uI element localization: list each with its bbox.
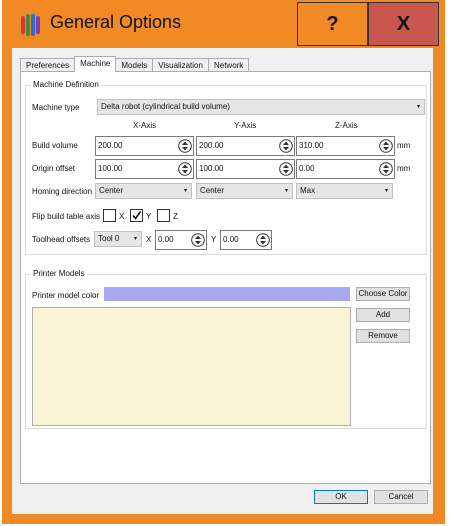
ok-button[interactable]: OK <box>314 490 368 504</box>
build-volume-z-input[interactable]: 310.00 <box>296 136 395 156</box>
spin-updown-icon[interactable] <box>279 161 293 177</box>
options-window: General Options ? X Preferences Machine … <box>2 0 445 524</box>
flip-y-checkbox[interactable] <box>130 209 143 222</box>
toolhead-y-label: Y <box>211 235 217 244</box>
printer-models-title: Printer Models <box>31 269 87 278</box>
origin-offset-x-input[interactable]: 100.00 <box>95 159 194 179</box>
x-axis-header: X-Axis <box>133 121 157 130</box>
origin-offset-y-input[interactable]: 100.00 <box>196 159 295 179</box>
flip-x-checkbox[interactable] <box>103 209 116 222</box>
homing-direction-x-value: Center <box>99 186 124 195</box>
dropdown-arrow-icon: ▾ <box>416 104 420 110</box>
toolhead-x-value: 0.00 <box>158 235 174 244</box>
toolhead-tool-value: Tool 0 <box>98 234 120 243</box>
toolhead-y-value: 0.00 <box>223 235 239 244</box>
spin-updown-icon[interactable] <box>191 232 205 248</box>
spin-updown-icon[interactable] <box>379 161 393 177</box>
machine-type-value: Delta robot (cylindrical build volume) <box>101 102 230 111</box>
build-volume-x-value: 200.00 <box>98 141 123 150</box>
origin-offset-unit: mm <box>397 164 411 173</box>
origin-offset-label: Origin offset <box>32 164 75 173</box>
flip-z-label: Z <box>173 212 178 221</box>
homing-direction-y-value: Center <box>200 186 225 195</box>
build-volume-z-value: 310.00 <box>299 141 324 150</box>
add-model-button[interactable]: Add <box>356 308 410 322</box>
tab-preferences[interactable]: Preferences <box>20 58 76 72</box>
build-volume-label: Build volume <box>32 141 78 150</box>
build-volume-x-input[interactable]: 200.00 <box>95 136 194 156</box>
homing-direction-y-select[interactable]: Center ▾ <box>196 183 293 199</box>
tab-bar: Preferences Machine Models Visualization… <box>20 56 250 72</box>
machine-definition-group: Machine Definition Machine type Delta ro… <box>25 80 427 255</box>
tab-models[interactable]: Models <box>115 58 154 72</box>
spin-updown-icon[interactable] <box>256 232 270 248</box>
flip-z-checkbox[interactable] <box>157 209 170 222</box>
cancel-button[interactable]: Cancel <box>374 490 428 504</box>
window-title: General Options <box>50 12 182 32</box>
homing-direction-x-select[interactable]: Center ▾ <box>95 183 192 199</box>
dropdown-arrow-icon: ▾ <box>384 188 388 194</box>
homing-direction-z-select[interactable]: Max ▾ <box>296 183 393 199</box>
app-logo-icon <box>21 14 40 36</box>
tab-visualization[interactable]: Visualization <box>152 58 209 72</box>
dropdown-arrow-icon: ▾ <box>284 188 288 194</box>
toolhead-x-label: X <box>146 235 152 244</box>
spin-updown-icon[interactable] <box>178 161 192 177</box>
checkmark-icon <box>132 211 142 220</box>
dialog-client-area: Preferences Machine Models Visualization… <box>12 48 433 514</box>
toolhead-y-input[interactable]: 0.00 <box>220 230 272 250</box>
origin-offset-z-value: 0.00 <box>299 164 315 173</box>
build-volume-unit: mm <box>397 141 411 150</box>
y-axis-header: Y-Axis <box>234 121 257 130</box>
printer-models-list[interactable] <box>32 307 351 426</box>
flip-x-label: X <box>119 212 125 221</box>
flip-y-label: Y <box>146 212 152 221</box>
machine-type-select[interactable]: Delta robot (cylindrical build volume) ▾ <box>97 99 425 115</box>
tab-machine[interactable]: Machine <box>74 56 117 72</box>
toolhead-tool-select[interactable]: Tool 0 ▾ <box>94 231 142 247</box>
z-axis-header: Z-Axis <box>335 121 358 130</box>
dropdown-arrow-icon: ▾ <box>183 188 187 194</box>
printer-models-group: Printer Models Printer model color Choos… <box>25 269 427 429</box>
spin-updown-icon[interactable] <box>279 138 293 154</box>
toolhead-x-input[interactable]: 0.00 <box>155 230 207 250</box>
machine-tab-panel: Machine Definition Machine type Delta ro… <box>20 71 431 484</box>
flip-build-table-label: Flip build table axis <box>32 212 101 221</box>
machine-type-label: Machine type <box>32 103 80 112</box>
help-button[interactable]: ? <box>297 2 368 46</box>
origin-offset-x-value: 100.00 <box>98 164 123 173</box>
machine-definition-title: Machine Definition <box>31 80 101 89</box>
build-volume-y-input[interactable]: 200.00 <box>196 136 295 156</box>
build-volume-y-value: 200.00 <box>199 141 224 150</box>
dropdown-arrow-icon: ▾ <box>133 236 137 242</box>
homing-direction-label: Homing direction <box>32 187 93 196</box>
toolhead-offsets-label: Toolhead offsets <box>32 235 91 244</box>
homing-direction-z-value: Max <box>300 186 316 195</box>
origin-offset-y-value: 100.00 <box>199 164 224 173</box>
choose-color-button[interactable]: Choose Color <box>356 287 410 301</box>
remove-model-button[interactable]: Remove <box>356 329 410 343</box>
origin-offset-z-input[interactable]: 0.00 <box>296 159 395 179</box>
close-button[interactable]: X <box>368 2 439 46</box>
title-bar[interactable]: General Options ? X <box>2 0 445 48</box>
printer-model-color-swatch <box>104 287 350 301</box>
spin-updown-icon[interactable] <box>178 138 192 154</box>
tab-network[interactable]: Network <box>207 58 250 72</box>
spin-updown-icon[interactable] <box>379 138 393 154</box>
printer-model-color-label: Printer model color <box>32 291 100 300</box>
